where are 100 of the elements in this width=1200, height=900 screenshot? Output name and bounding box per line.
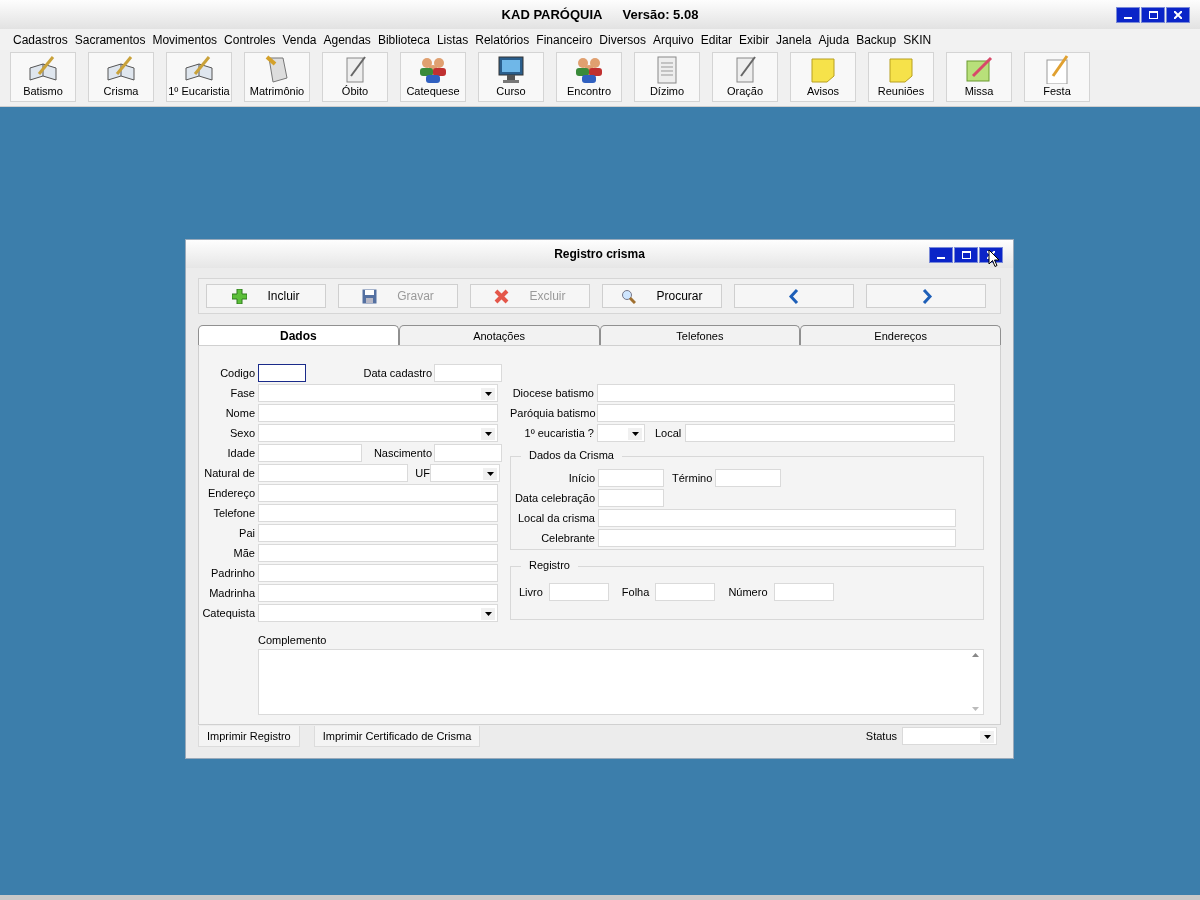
book-icon (105, 54, 137, 84)
caret-icon (631, 432, 639, 436)
toolbar-button[interactable]: Reuniões (868, 52, 934, 102)
field-label: Status (865, 730, 898, 742)
menu-item[interactable]: Relatórios (475, 32, 530, 47)
field-label: Natural de (203, 467, 256, 479)
print-button[interactable]: Imprimir Certificado de Crisma (313, 725, 481, 747)
tab[interactable]: Endereços (800, 325, 1001, 345)
toolbar-button[interactable]: Óbito (322, 52, 388, 102)
toolbar-button[interactable]: Festa (1024, 52, 1090, 102)
dropdown[interactable] (597, 424, 645, 442)
dropdown[interactable] (430, 464, 500, 482)
field-label: 1º eucaristia ? (523, 427, 595, 439)
action-button[interactable]: Procurar (602, 284, 722, 308)
menu-item[interactable]: Exibir (739, 32, 770, 47)
toolbar-button[interactable]: Encontro (556, 52, 622, 102)
pencil-note-icon (963, 54, 995, 84)
toolbar-button[interactable]: Avisos (790, 52, 856, 102)
menu-item[interactable]: Sacramentos (74, 32, 146, 47)
field-label: Paróquia batismo (510, 407, 597, 419)
toolbar-button[interactable]: Crisma (88, 52, 154, 102)
tab[interactable]: Telefones (599, 325, 801, 345)
toolbar-button[interactable]: Missa (946, 52, 1012, 102)
menu-item[interactable]: Movimentos (152, 32, 218, 47)
toolbar-button[interactable]: Batismo (10, 52, 76, 102)
menu-item[interactable]: Cadastros (13, 32, 68, 47)
monitor-icon (495, 54, 527, 84)
menu-item[interactable]: Diversos (599, 32, 646, 47)
version-label: Versão: 5.08 (622, 7, 699, 22)
previous-button[interactable] (734, 284, 854, 308)
input-field[interactable] (258, 364, 306, 382)
field-label: UF (414, 467, 430, 479)
action-button[interactable]: Incluir (206, 284, 326, 308)
menu-item[interactable]: Ajuda (818, 32, 850, 47)
tab[interactable]: Anotações (398, 325, 600, 345)
field-label: Data celebração (513, 492, 596, 504)
field-label: Término (671, 472, 714, 484)
mouse-pointer-icon (988, 249, 1000, 268)
caret-icon (983, 735, 991, 739)
field-label: Data cadastro (362, 367, 433, 379)
toolbar-button[interactable]: Curso (478, 52, 544, 102)
menu-item[interactable]: Backup (856, 32, 897, 47)
menu-item[interactable]: Listas (436, 32, 469, 47)
field-label: Nome (224, 407, 256, 419)
field-label: Telefone (212, 507, 256, 519)
close-button[interactable] (1166, 7, 1190, 23)
group-title: Dados da Crisma (521, 449, 622, 461)
toolbar-button[interactable]: Dízimo (634, 52, 700, 102)
field-label: Celebrante (540, 532, 596, 544)
text-area[interactable] (258, 649, 984, 715)
group-title: Registro (521, 559, 578, 571)
x-mark-icon (494, 288, 510, 304)
maximize-button[interactable] (1141, 7, 1165, 23)
toolbar-button[interactable]: Catequese (400, 52, 466, 102)
minimize-button[interactable] (929, 247, 953, 263)
field-label: Nascimento (372, 447, 433, 459)
menu-item[interactable]: Arquivo (653, 32, 694, 47)
field-label: Livro (519, 586, 544, 598)
menu-item[interactable]: Biblioteca (377, 32, 430, 47)
minimize-button[interactable] (1116, 7, 1140, 23)
scrollbar-drawing (971, 651, 980, 713)
maximize-icon (1148, 11, 1158, 19)
toolbar-button[interactable]: Oração (712, 52, 778, 102)
caret-icon (484, 432, 492, 436)
plus-icon (232, 288, 248, 304)
next-button[interactable] (866, 284, 986, 308)
toolbar-button[interactable]: Matrimônio (244, 52, 310, 102)
menu-item[interactable]: SKIN (903, 32, 932, 47)
dropdown[interactable] (902, 727, 997, 745)
toolbar-button[interactable]: 1º Eucaristia (166, 52, 232, 102)
maximize-icon (961, 251, 971, 259)
dropdown[interactable] (258, 604, 498, 622)
menu-item[interactable]: Venda (282, 32, 317, 47)
field-label: Pai (238, 527, 256, 539)
field-label: Folha (621, 586, 651, 598)
field-label: Fase (229, 387, 256, 399)
menu-item[interactable]: Editar (700, 32, 733, 47)
dropdown[interactable] (258, 424, 498, 442)
maximize-button[interactable] (954, 247, 978, 263)
field-label: Local (654, 427, 683, 439)
close-icon (1174, 11, 1182, 19)
menu-item[interactable]: Controles (224, 32, 276, 47)
field-label: Catequista (202, 607, 256, 619)
field-label: Padrinho (209, 567, 256, 579)
field-label: Idade (226, 447, 256, 459)
book-icon (27, 54, 59, 84)
field-label: Diocese batismo (511, 387, 595, 399)
field-label: Complemento (258, 634, 328, 646)
field-label: Codigo (219, 367, 256, 379)
field-label: Número (728, 586, 769, 598)
print-button[interactable]: Imprimir Registro (198, 725, 300, 747)
tab[interactable]: Dados (198, 325, 399, 345)
caret-icon (486, 472, 494, 476)
menu-item[interactable]: Financeiro (536, 32, 593, 47)
caret-icon (484, 392, 492, 396)
menu-item[interactable]: Agendas (323, 32, 371, 47)
field-label: Madrinha (208, 587, 256, 599)
caret-icon (484, 612, 492, 616)
menu-item[interactable]: Janela (776, 32, 812, 47)
field-label: Sexo (228, 427, 256, 439)
